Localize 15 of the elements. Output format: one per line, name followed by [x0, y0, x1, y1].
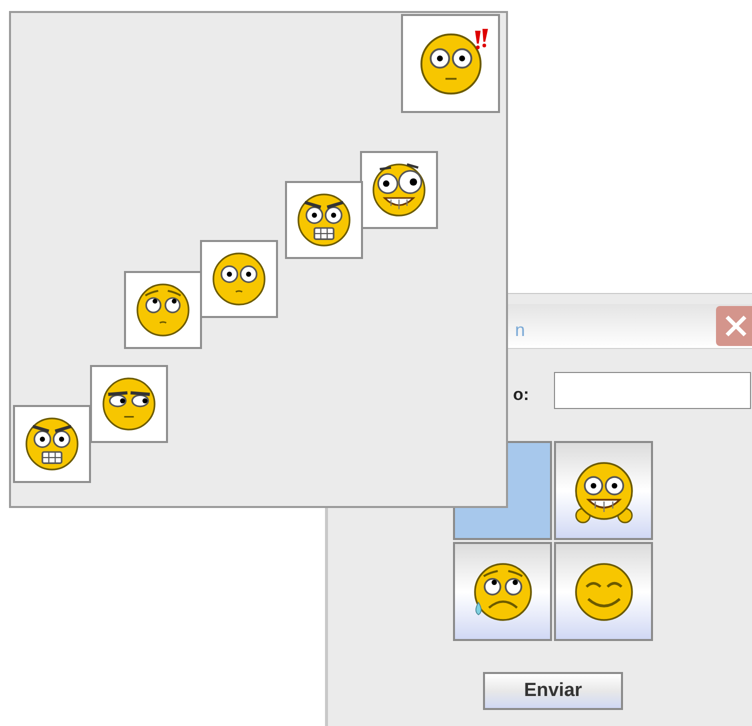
- window-title: n: [515, 319, 526, 342]
- emoji-tile[interactable]: [285, 181, 363, 259]
- close-icon: [724, 314, 748, 338]
- emoji-button[interactable]: [554, 542, 653, 641]
- send-button[interactable]: Enviar: [483, 672, 623, 710]
- emoji-tile[interactable]: [401, 14, 500, 113]
- emoji-tile[interactable]: [13, 405, 91, 483]
- emoji-button[interactable]: [453, 542, 552, 641]
- field-label: o:: [513, 384, 530, 406]
- text-field[interactable]: [554, 372, 751, 409]
- emoji-tile[interactable]: [90, 365, 168, 443]
- emoji-tile[interactable]: [200, 240, 278, 318]
- emoji-button[interactable]: [554, 441, 653, 540]
- emoji-tile[interactable]: [124, 271, 202, 349]
- emoji-tile[interactable]: [360, 151, 438, 229]
